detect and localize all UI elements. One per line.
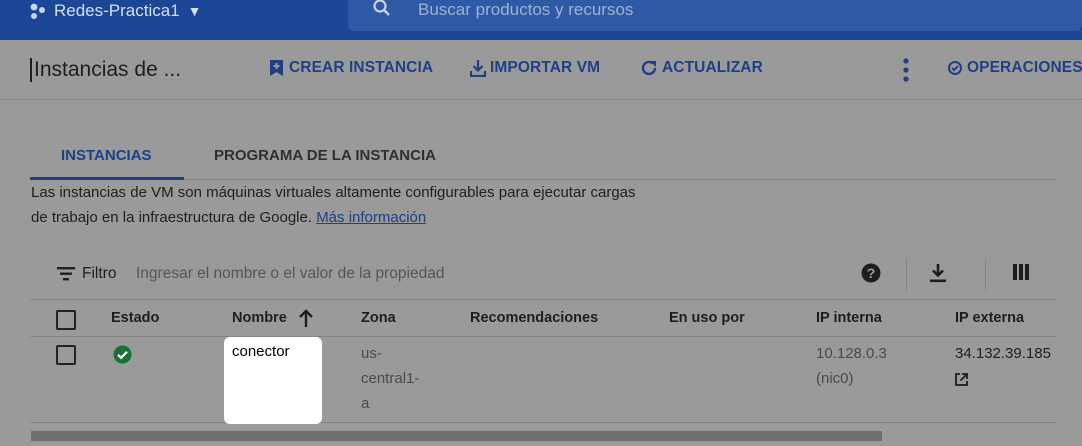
row-checkbox[interactable] <box>56 345 76 365</box>
tab-programa[interactable]: PROGRAMA DE LA INSTANCIA <box>214 136 436 180</box>
description: Las instancias de VM son máquinas virtua… <box>31 180 651 230</box>
external-ip-cell: 34.132.39.185 <box>955 341 1056 366</box>
svg-text:?: ? <box>867 265 876 281</box>
internal-ip: 10.128.0.3 <box>816 345 887 362</box>
column-header-in-use-by[interactable]: En uso por <box>669 310 745 326</box>
page-title: Instancias de ... <box>30 58 181 82</box>
column-header-external-ip[interactable]: IP externa <box>955 310 1024 326</box>
instance-name-cell[interactable]: conector <box>224 337 322 424</box>
external-ip[interactable]: 34.132.39.185 <box>955 341 1056 366</box>
zone-line: central1- <box>361 370 420 387</box>
caret-down-icon: ▼ <box>187 3 202 19</box>
operations-label: OPERACIONES <box>967 59 1082 76</box>
column-header-recommendations[interactable]: Recomendaciones <box>470 310 598 326</box>
internal-nic: (nic0) <box>816 370 854 387</box>
search-icon <box>373 0 390 16</box>
refresh-label: ACTUALIZAR <box>662 59 763 76</box>
filter-icon <box>57 267 75 281</box>
column-display-icon[interactable] <box>1013 263 1029 281</box>
zone-cell: us- central1- a <box>361 341 419 416</box>
zone-line: a <box>361 395 370 412</box>
operations-icon <box>948 61 962 75</box>
table-header: Estado Nombre Zona Recomendaciones En us… <box>30 299 1056 337</box>
divider <box>906 259 907 291</box>
download-icon <box>470 60 486 77</box>
download-icon[interactable] <box>929 263 947 283</box>
column-header-internal-ip[interactable]: IP interna <box>816 310 882 326</box>
refresh-icon <box>641 60 657 76</box>
project-selector[interactable]: Redes-Practica1 ▼ <box>28 0 202 22</box>
filter-input[interactable]: Ingresar el nombre o el valor de la prop… <box>136 265 444 283</box>
tab-bar: INSTANCIAS PROGRAMA DE LA INSTANCIA <box>30 136 1056 180</box>
horizontal-scrollbar[interactable] <box>31 431 882 441</box>
import-vm-button[interactable]: IMPORTAR VM <box>470 59 600 77</box>
column-header-zone[interactable]: Zona <box>361 310 396 326</box>
filter-bar: Filtro Ingresar el nombre o el valor de … <box>30 252 1056 298</box>
operations-button[interactable]: OPERACIONES <box>947 59 1082 77</box>
create-instance-label: CREAR INSTANCIA <box>289 59 434 76</box>
arrow-upward-icon[interactable] <box>298 308 314 328</box>
help-icon[interactable]: ? <box>861 263 881 283</box>
filter-label[interactable]: Filtro <box>82 265 116 283</box>
add-box-icon <box>270 60 283 76</box>
instance-name[interactable]: conector <box>232 343 290 360</box>
import-vm-label: IMPORTAR VM <box>490 59 601 76</box>
search-input[interactable]: Buscar productos y recursos <box>418 0 633 20</box>
open-in-new-icon[interactable] <box>955 373 968 386</box>
table-row[interactable]: conector us- central1- a 10.128.0.3 (nic… <box>30 337 1056 424</box>
search-box[interactable]: Buscar productos y recursos <box>348 0 1082 31</box>
select-all-checkbox[interactable] <box>56 310 76 330</box>
project-name: Redes-Practica1 <box>54 1 180 20</box>
internal-ip-cell: 10.128.0.3 (nic0) <box>816 341 887 391</box>
tab-instancias[interactable]: INSTANCIAS <box>30 136 184 180</box>
top-bar: Redes-Practica1 ▼ Buscar productos y rec… <box>0 0 1082 40</box>
zone-line: us- <box>361 345 382 362</box>
refresh-button[interactable]: ACTUALIZAR <box>640 59 763 77</box>
action-bar: Instancias de ... CREAR INSTANCIA IMPORT… <box>0 40 1082 100</box>
status-running-icon <box>113 345 132 364</box>
column-header-status[interactable]: Estado <box>111 310 159 326</box>
project-dots-icon <box>30 3 45 19</box>
column-header-name[interactable]: Nombre <box>232 310 287 326</box>
create-instance-button[interactable]: CREAR INSTANCIA <box>268 59 433 77</box>
more-vert-icon[interactable] <box>894 56 918 84</box>
more-info-link[interactable]: Más información <box>316 209 426 226</box>
divider <box>985 259 986 291</box>
